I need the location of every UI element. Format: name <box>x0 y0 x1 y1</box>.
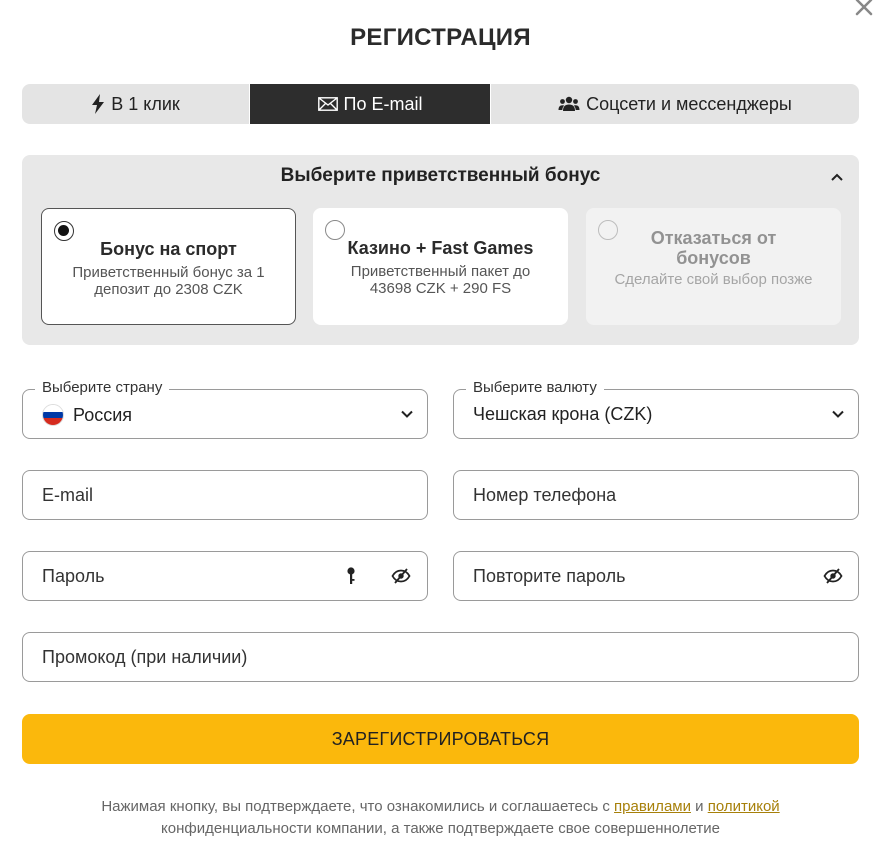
bonus-option-sport[interactable]: Бонус на спорт Приветственный бонус за 1… <box>41 208 296 325</box>
bonus-panel: Выберите приветственный бонус Бонус на с… <box>22 155 859 345</box>
currency-value: Чешская крона (CZK) <box>473 404 653 424</box>
users-icon <box>558 96 580 111</box>
currency-label: Выберите валюту <box>466 379 604 396</box>
tab-label: В 1 клик <box>111 93 180 114</box>
repeat-password-field[interactable]: Повторите пароль <box>453 551 859 601</box>
bonus-option-subtitle: Приветственный бонус за 1 депозит до 230… <box>72 264 265 298</box>
tab-social[interactable]: Соцсети и мессенджеры <box>490 84 859 124</box>
email-field[interactable]: E-mail <box>22 470 428 520</box>
eye-slash-icon[interactable] <box>391 566 411 586</box>
phone-field[interactable]: Номер телефона <box>453 470 859 520</box>
legal-notice: Нажимая кнопку, вы подтверждаете, что оз… <box>22 796 859 840</box>
bonus-option-decline[interactable]: Отказаться от бонусов Сделайте свой выбо… <box>586 208 841 325</box>
bonus-option-title: Казино + Fast Games <box>347 238 534 258</box>
bonus-option-subtitle: Сделайте свой выбор позже <box>614 271 813 288</box>
lightning-icon <box>92 94 105 114</box>
currency-select[interactable]: Выберите валюту Чешская крона (CZK) <box>453 379 859 439</box>
rules-link[interactable]: правилами <box>614 798 691 815</box>
bonus-option-title: Бонус на спорт <box>100 239 237 259</box>
legal-text: Нажимая кнопку, вы подтверждаете, что оз… <box>101 798 615 815</box>
country-select[interactable]: Выберите страну Россия <box>22 379 428 439</box>
register-button[interactable]: ЗАРЕГИСТРИРОВАТЬСЯ <box>22 714 859 764</box>
bonus-option-title: Отказаться от бонусов <box>650 228 777 268</box>
key-icon[interactable] <box>341 566 361 586</box>
phone-placeholder: Номер телефона <box>473 485 617 505</box>
radio-button[interactable] <box>54 221 74 241</box>
chevron-down-icon <box>401 410 413 418</box>
page-title: РЕГИСТРАЦИЯ <box>350 24 531 51</box>
eye-slash-icon[interactable] <box>823 566 843 586</box>
promo-code-field[interactable]: Промокод (при наличии) <box>22 632 859 682</box>
russia-flag-icon <box>42 404 64 426</box>
envelope-icon <box>317 97 338 111</box>
tab-label: По E-mail <box>343 93 423 114</box>
legal-text-2: конфиденциальности компании, а также под… <box>161 820 720 837</box>
close-icon[interactable] <box>855 0 873 16</box>
bonus-option-subtitle: Приветственный пакет до 43698 CZK + 290 … <box>350 263 531 297</box>
radio-button[interactable] <box>598 220 618 240</box>
radio-button[interactable] <box>325 220 345 240</box>
tab-one-click[interactable]: В 1 клик <box>22 84 250 124</box>
tab-email[interactable]: По E-mail <box>250 84 490 124</box>
tab-label: Соцсети и мессенджеры <box>586 93 792 114</box>
country-value: Россия <box>73 404 133 425</box>
chevron-down-icon <box>832 410 844 418</box>
registration-tabs: В 1 клик По E-mail Соцсети и мессенджеры <box>22 84 859 124</box>
policy-link[interactable]: политикой <box>708 798 780 815</box>
email-placeholder: E-mail <box>42 485 94 505</box>
country-label: Выберите страну <box>35 379 170 396</box>
bonus-option-casino[interactable]: Казино + Fast Games Приветственный пакет… <box>313 208 568 325</box>
chevron-up-icon[interactable] <box>829 169 845 185</box>
bonus-title: Выберите приветственный бонус <box>280 165 601 186</box>
password-field[interactable]: Пароль <box>22 551 428 601</box>
repeat-password-placeholder: Повторите пароль <box>473 566 626 586</box>
password-placeholder: Пароль <box>42 566 105 586</box>
promo-placeholder: Промокод (при наличии) <box>42 647 248 667</box>
legal-and: и <box>690 798 708 815</box>
